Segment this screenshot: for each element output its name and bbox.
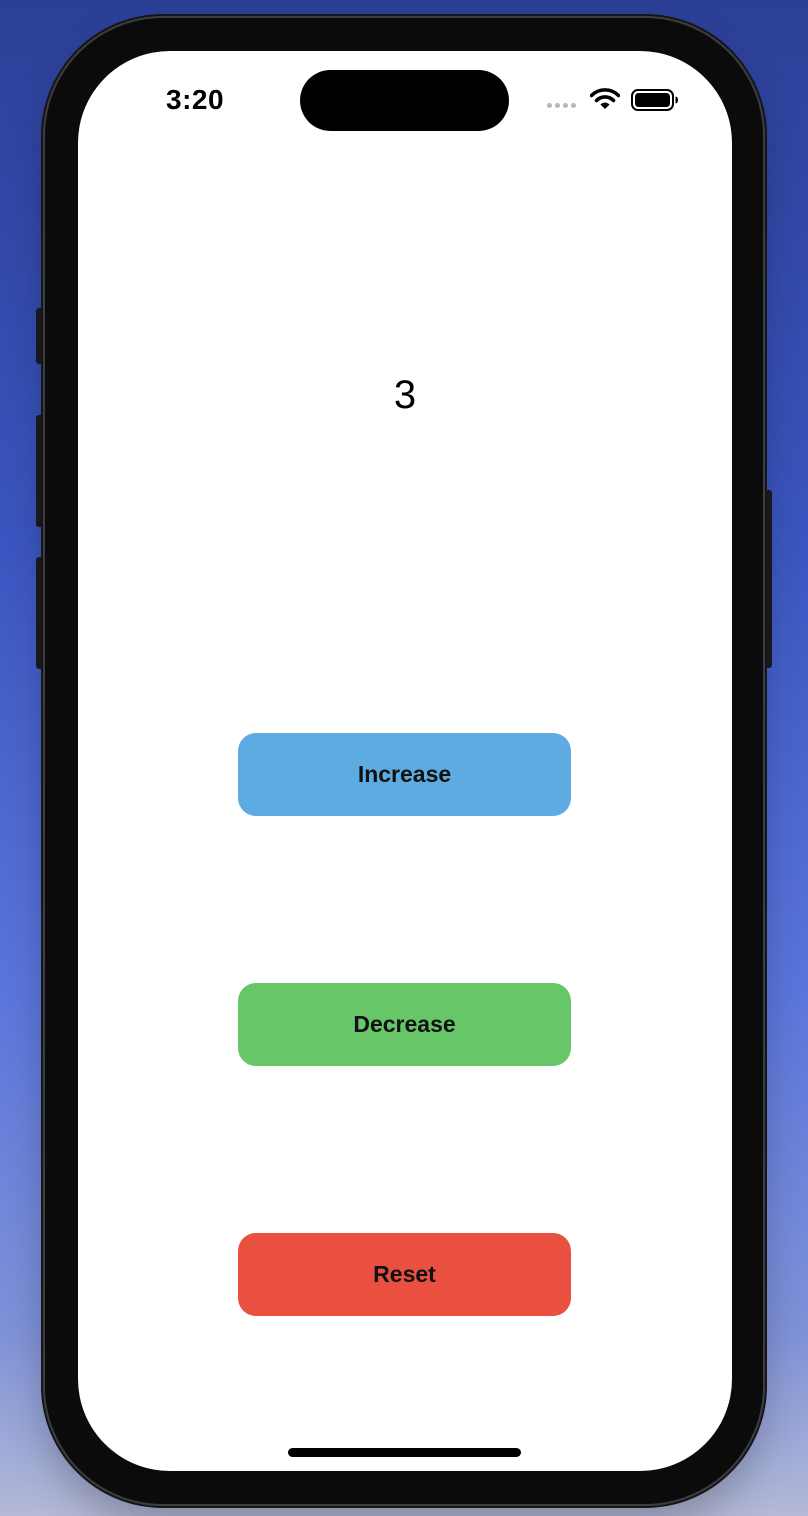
reset-button[interactable]: Reset: [238, 1233, 571, 1316]
power-button: [763, 490, 772, 668]
reset-button-label: Reset: [373, 1261, 436, 1287]
increase-button[interactable]: Increase: [238, 733, 571, 816]
volume-up-button: [36, 415, 45, 527]
counter-value: 3: [393, 373, 417, 417]
phone-screen: 3:20 3 Increase Decrease Reset: [78, 51, 732, 1471]
decrease-button[interactable]: Decrease: [238, 983, 571, 1066]
wifi-icon: [590, 88, 620, 109]
dynamic-island: [300, 70, 509, 131]
action-button: [36, 308, 45, 364]
battery-icon: [631, 89, 678, 111]
volume-down-button: [36, 557, 45, 669]
decrease-button-label: Decrease: [353, 1011, 456, 1037]
home-indicator[interactable]: [288, 1448, 521, 1457]
status-time: 3:20: [166, 84, 225, 115]
increase-button-label: Increase: [357, 761, 452, 787]
cellular-signal-icon: [547, 103, 576, 108]
